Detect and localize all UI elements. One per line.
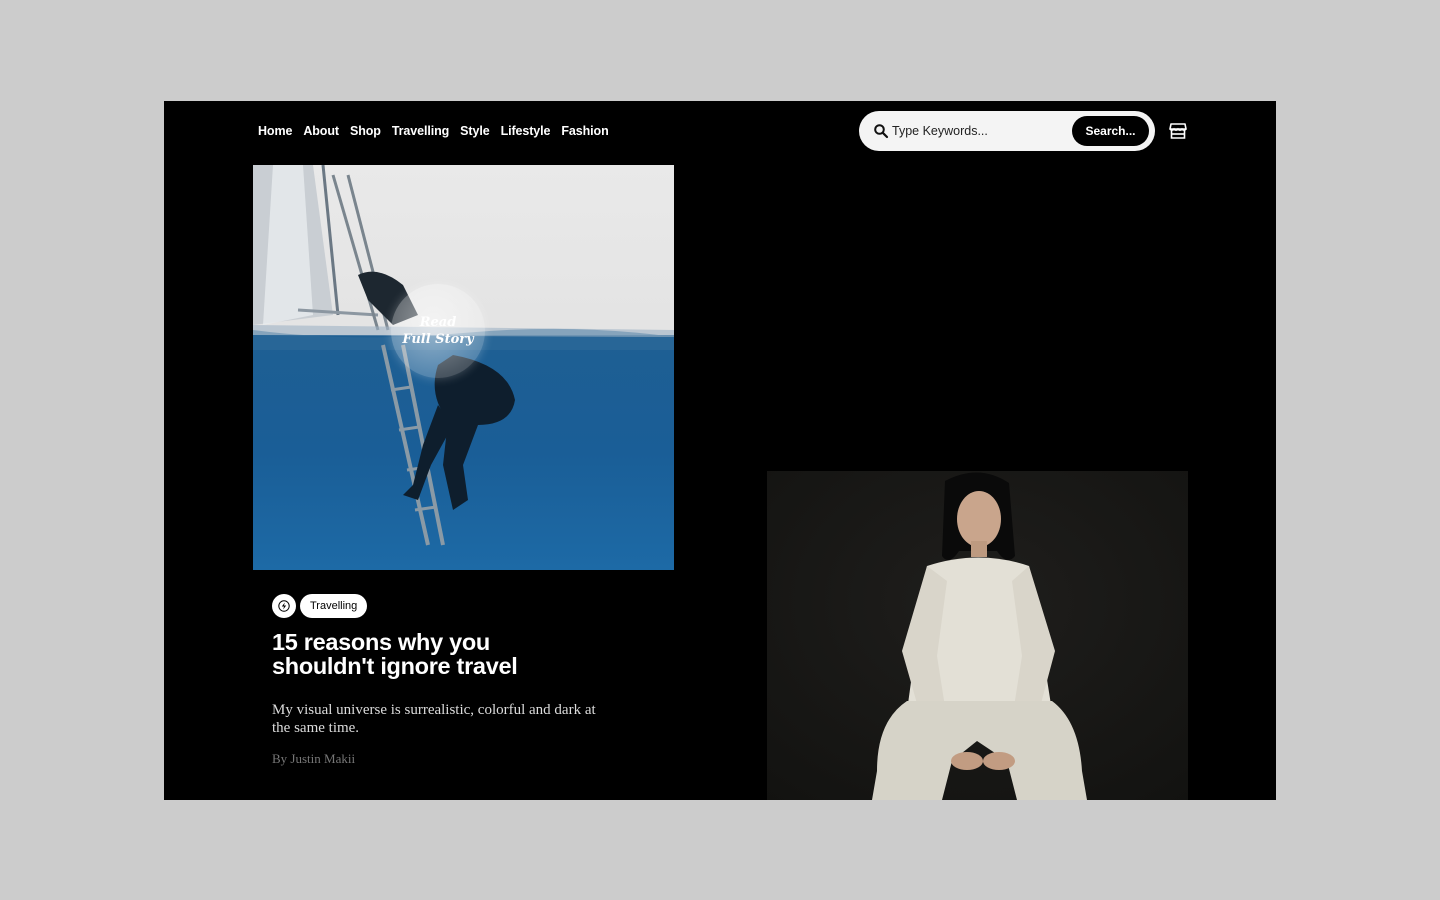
search-icon (874, 124, 889, 139)
read-full-story-badge[interactable]: Read Full Story (391, 284, 485, 378)
post-title[interactable]: 15 reasons why you shouldn't ignore trav… (272, 630, 572, 678)
portrait-photo (767, 471, 1188, 800)
search-bar: Search... (859, 111, 1155, 151)
post-author: By Justin Makii (272, 751, 356, 766)
post-tags: Travelling (272, 594, 368, 618)
portrait-image[interactable] (767, 471, 1188, 800)
site-frame: Home About Shop Travelling Style Lifesty… (164, 101, 1276, 800)
badge-line-2: Full Story (402, 332, 474, 347)
post-excerpt: My visual universe is surrealistic, colo… (272, 702, 596, 736)
nav-item-style[interactable]: Style (460, 124, 489, 138)
search-button[interactable]: Search... (1072, 116, 1149, 146)
nav-item-fashion[interactable]: Fashion (561, 124, 608, 138)
nav-item-travelling[interactable]: Travelling (392, 124, 449, 138)
bolt-icon (272, 594, 296, 618)
nav-item-shop[interactable]: Shop (350, 124, 381, 138)
nav-item-lifestyle[interactable]: Lifestyle (501, 124, 551, 138)
category-chip[interactable]: Travelling (300, 594, 368, 618)
badge-line-1: Read (419, 315, 457, 330)
nav-item-about[interactable]: About (303, 124, 339, 138)
search-input[interactable] (892, 121, 1062, 141)
store-icon[interactable] (1169, 122, 1187, 140)
nav-item-home[interactable]: Home (258, 124, 292, 138)
main-nav: Home About Shop Travelling Style Lifesty… (258, 124, 609, 138)
feature-image[interactable]: Read Full Story (253, 165, 674, 570)
